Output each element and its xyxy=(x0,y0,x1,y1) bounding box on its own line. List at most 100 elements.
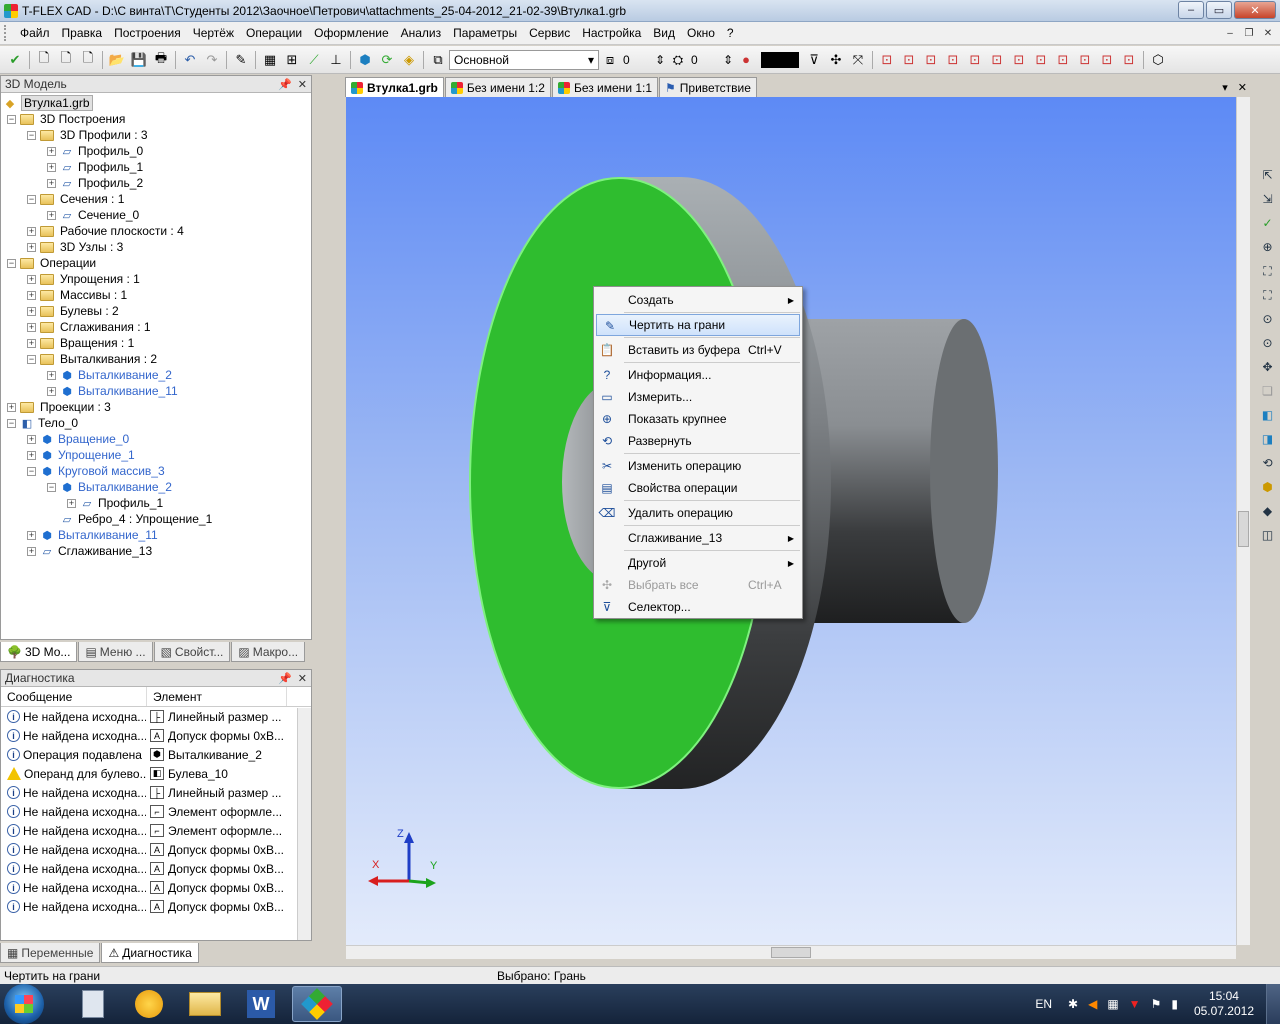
menu-edit[interactable]: Правка xyxy=(56,22,109,45)
context-menu-item[interactable]: ⟲ Развернуть xyxy=(594,430,802,452)
tree-node[interactable]: − Операции xyxy=(7,255,96,271)
close-button[interactable]: ✕ xyxy=(1234,1,1276,19)
expand-icon[interactable]: + xyxy=(27,530,36,540)
snap-node-icon[interactable]: ⊡ xyxy=(878,51,896,69)
task-word[interactable]: W xyxy=(236,986,286,1022)
rotate-view-icon[interactable]: ⟲ xyxy=(1259,454,1277,472)
tab-diagnostics[interactable]: ⚠ Диагностика xyxy=(101,943,199,963)
diagnostics-row[interactable]: i Операция подавлена ⬢ Выталкивание_2 xyxy=(1,745,311,764)
new-icon[interactable]: 🗋 xyxy=(35,50,53,69)
snap-quad-icon[interactable]: ⊡ xyxy=(1054,51,1072,69)
new-3d-icon[interactable]: 🗋 xyxy=(79,50,97,69)
show-desktop-button[interactable] xyxy=(1266,984,1280,1024)
collapse-icon[interactable]: − xyxy=(27,354,36,364)
menu-help[interactable]: ? xyxy=(721,22,740,45)
expand-icon[interactable]: + xyxy=(27,338,36,348)
view-iso-icon[interactable]: ◨ xyxy=(1259,430,1277,448)
extras-icon[interactable]: ⬡ xyxy=(1149,51,1167,69)
doc-tab-unnamed-1[interactable]: Без имени 1:1 xyxy=(551,77,659,97)
snap-icon[interactable]: ⊞ xyxy=(283,51,301,69)
pick-icon[interactable]: ⇲ xyxy=(1259,190,1277,208)
tree-node[interactable]: + ⬢ Вращение_0 xyxy=(27,431,129,447)
tree-node[interactable]: + ⬢ Выталкивание_11 xyxy=(27,527,158,543)
menu-window[interactable]: Окно xyxy=(681,22,721,45)
network-icon[interactable]: ▦ xyxy=(1107,997,1118,1011)
grid-icon[interactable]: ▦ xyxy=(261,51,279,69)
menu-construct[interactable]: Построения xyxy=(108,22,187,45)
snap-end-icon[interactable]: ⊡ xyxy=(900,51,918,69)
doc-close-icon[interactable]: ✕ xyxy=(1238,81,1247,94)
tree-node[interactable]: + Вращения : 1 xyxy=(27,335,134,351)
context-menu-item[interactable]: Другой ▶ xyxy=(594,552,802,574)
view-front-icon[interactable]: ◧ xyxy=(1259,406,1277,424)
context-menu-item[interactable]: 📋 Вставить из буфера Ctrl+V xyxy=(594,339,802,361)
menu-settings[interactable]: Настройка xyxy=(576,22,647,45)
collapse-icon[interactable]: − xyxy=(7,258,16,268)
collapse-icon[interactable]: − xyxy=(27,194,36,204)
cube-icon[interactable]: ◈ xyxy=(400,51,418,69)
render-icon[interactable]: ◆ xyxy=(1259,502,1277,520)
tree-node[interactable]: + ⬢ Выталкивание_2 xyxy=(47,367,172,383)
zoom-window-icon[interactable]: ⛶ xyxy=(1259,262,1277,280)
pencil-draw-icon[interactable]: ✎ xyxy=(232,51,250,69)
expand-icon[interactable]: + xyxy=(47,210,56,220)
minimize-button[interactable]: – xyxy=(1178,1,1204,19)
tab-properties[interactable]: ▧ Свойст... xyxy=(153,642,231,662)
tree-node[interactable]: + ⬢ Выталкивание_11 xyxy=(47,383,178,399)
undo-icon[interactable]: ↶ xyxy=(181,51,199,69)
mdi-close-icon[interactable]: ✕ xyxy=(1260,26,1276,40)
snap-intersect-icon[interactable]: ⊡ xyxy=(966,51,984,69)
print-icon[interactable]: 🖶 xyxy=(152,50,170,69)
pin-icon[interactable]: 📌 xyxy=(278,672,292,685)
shaded-icon[interactable]: ⬢ xyxy=(1259,478,1277,496)
power-icon[interactable]: ▮ xyxy=(1171,997,1178,1011)
snap-tangent-icon[interactable]: ⊡ xyxy=(988,51,1006,69)
tree-node[interactable]: + ⏥ Профиль_1 xyxy=(47,159,143,175)
collapse-icon[interactable]: − xyxy=(27,130,36,140)
tree-node[interactable]: + ⏥ Профиль_2 xyxy=(47,175,143,191)
tree-node[interactable]: +⏥Ребро_4 : Упрощение_1 xyxy=(47,511,213,527)
expand-icon[interactable]: + xyxy=(47,178,56,188)
coordinate-icon[interactable]: ⊥ xyxy=(327,51,345,69)
viewport-vscroll[interactable] xyxy=(1236,97,1250,945)
tree-node[interactable]: + Упрощения : 1 xyxy=(27,271,140,287)
tree-node[interactable]: − 3D Профили : 3 xyxy=(27,127,148,143)
regenerate-icon[interactable]: ⟳ xyxy=(378,51,396,69)
style-spinner[interactable]: 0 ⇕ xyxy=(689,50,735,70)
zoom-prev-icon[interactable]: ⊙ xyxy=(1259,334,1277,352)
mdi-minimize-icon[interactable]: – xyxy=(1222,26,1238,40)
task-tflex[interactable] xyxy=(292,986,342,1022)
snap-near-icon[interactable]: ⊡ xyxy=(1076,51,1094,69)
context-menu-item[interactable]: Создать ▶ xyxy=(594,289,802,311)
menu-format[interactable]: Оформление xyxy=(308,22,394,45)
hscroll-thumb[interactable] xyxy=(771,947,811,958)
start-button[interactable] xyxy=(4,984,44,1024)
snap-grid-icon[interactable]: ⊡ xyxy=(1032,51,1050,69)
snap-options-icon[interactable]: ✣ xyxy=(827,51,845,69)
clock[interactable]: 15:04 05.07.2012 xyxy=(1182,989,1266,1019)
tab-menu[interactable]: ▤ Меню ... xyxy=(78,642,153,662)
tab-macros[interactable]: ▨ Макро... xyxy=(231,642,306,662)
context-menu-item[interactable]: Сглаживание_13 ▶ xyxy=(594,527,802,549)
tree-node[interactable]: + ⏥ Сглаживание_13 xyxy=(27,543,152,559)
snap-curve-icon[interactable]: ⊡ xyxy=(1098,51,1116,69)
expand-icon[interactable]: + xyxy=(27,450,36,460)
tree-node[interactable]: − Выталкивания : 2 xyxy=(27,351,157,367)
column-element[interactable]: Элемент xyxy=(147,687,287,706)
panel-close-icon[interactable]: ✕ xyxy=(298,672,307,685)
context-menu-item[interactable]: ▤ Свойства операции xyxy=(594,477,802,499)
tree-node[interactable]: + ⏥ Профиль_1 xyxy=(67,495,163,511)
diagnostics-row[interactable]: i Не найдена исходна... A Допуск формы 0xB.… xyxy=(1,726,311,745)
expand-icon[interactable]: + xyxy=(27,306,36,316)
menu-service[interactable]: Сервис xyxy=(523,22,576,45)
diagnostics-row[interactable]: i Не найдена исходна... A Допуск формы 0xB.… xyxy=(1,859,311,878)
volume-icon[interactable]: ◀ xyxy=(1088,997,1097,1011)
snap-more-icon[interactable]: ⤧ xyxy=(849,51,867,69)
expand-icon[interactable]: + xyxy=(67,498,76,508)
collapse-icon[interactable]: − xyxy=(47,482,56,492)
expand-icon[interactable]: + xyxy=(27,242,36,252)
layer-select[interactable]: Основной ▾ xyxy=(449,49,599,70)
bluetooth-icon[interactable]: ✱ xyxy=(1068,997,1078,1011)
hub-end-face[interactable] xyxy=(930,319,998,623)
context-menu-item[interactable]: ✎ Чертить на грани xyxy=(596,314,800,336)
